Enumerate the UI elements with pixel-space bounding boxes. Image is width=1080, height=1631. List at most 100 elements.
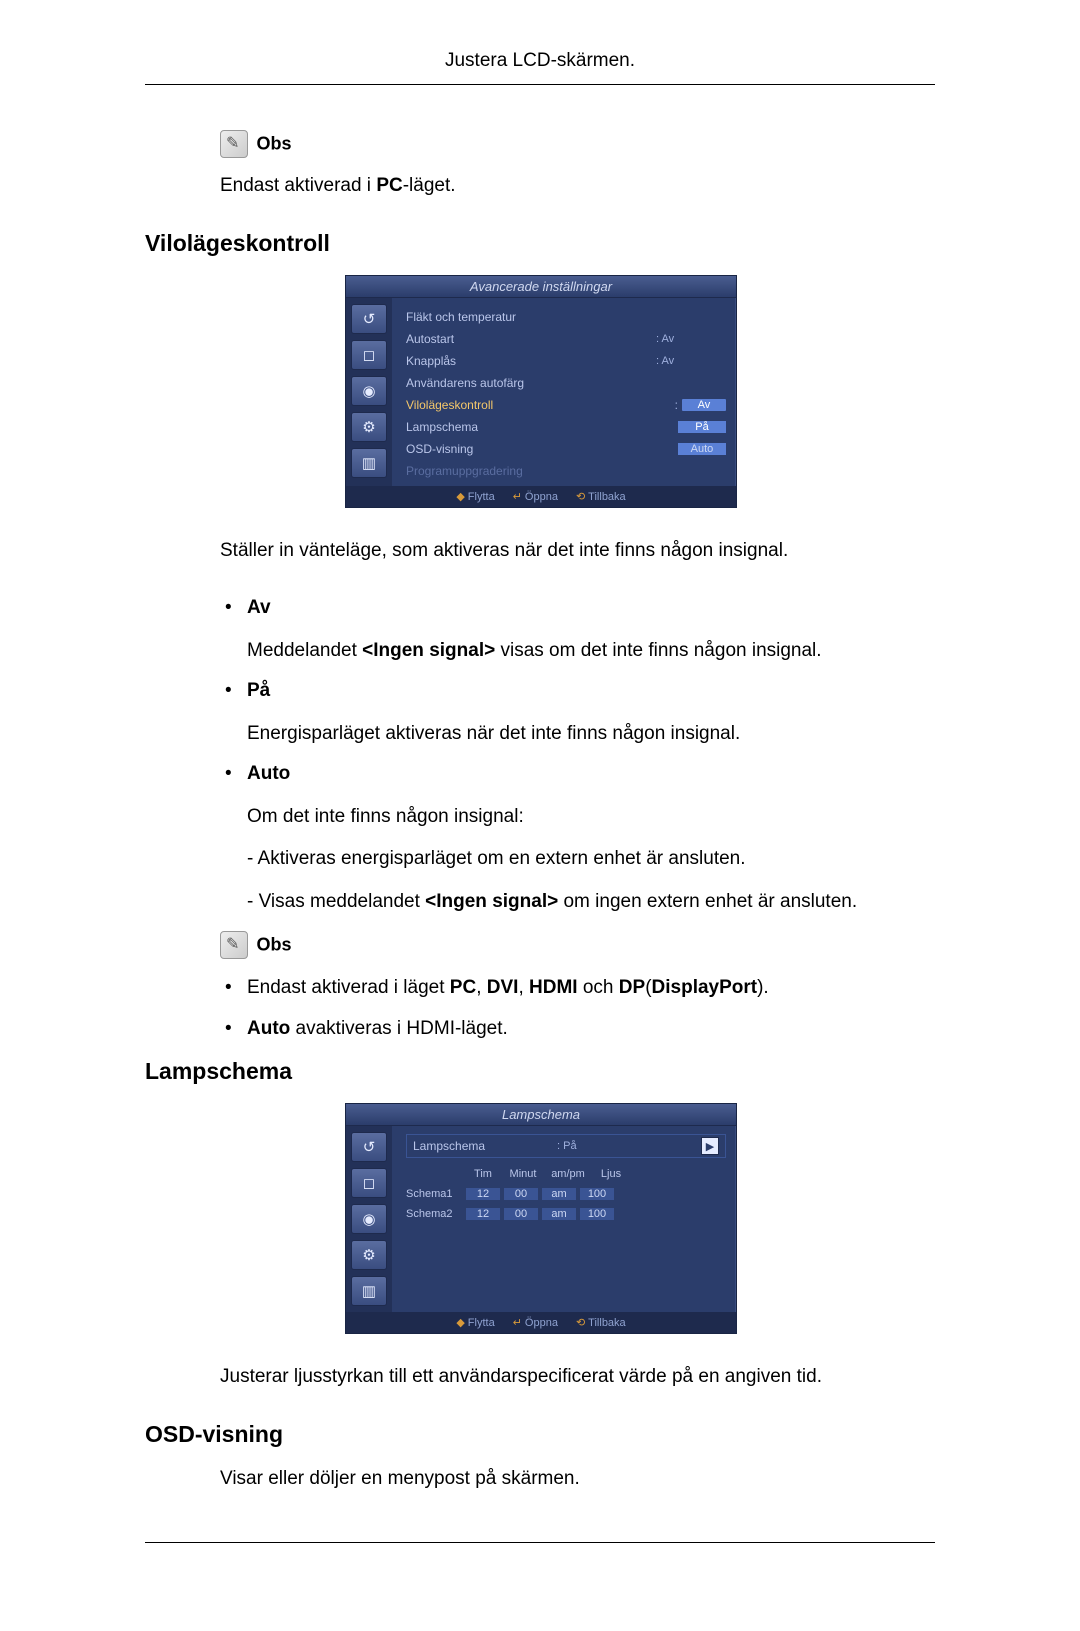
v: : Av	[656, 333, 726, 345]
osd2-content: Lampschema : På ▶ Tim Minut am/pm Ljus S…	[392, 1126, 736, 1312]
r: Autostart	[406, 332, 656, 346]
osd1-footer: ◆Flytta ↵Öppna ⟲Tillbaka	[346, 486, 736, 507]
foot-move: ◆Flytta	[456, 490, 494, 503]
t: visas om det inte finns någon insignal.	[495, 640, 821, 661]
c: 00	[503, 1187, 539, 1201]
c: am	[541, 1187, 577, 1201]
schema2-row: Schema2 12 00 am 100	[406, 1204, 726, 1224]
t: Flytta	[468, 1317, 495, 1329]
setup-icon: ⚙	[351, 412, 387, 442]
t: DVI	[487, 977, 519, 998]
foot-move: ◆Flytta	[456, 1316, 494, 1329]
setup-icon: ⚙	[351, 1240, 387, 1270]
t: Flytta	[468, 491, 495, 503]
t: och	[578, 977, 619, 998]
auto-sub2: - Visas meddelandet <Ingen signal> om in…	[247, 888, 935, 917]
note2-line1: Endast aktiverad i läget PC, DVI, HDMI o…	[225, 974, 935, 1003]
page-bottom-rule	[145, 1542, 935, 1543]
schema1-row: Schema1 12 00 am 100	[406, 1184, 726, 1204]
osd2-sidebar: ↺ ◻ ◉ ⚙ ▥	[346, 1126, 392, 1312]
foot-back: ⟲Tillbaka	[576, 490, 626, 503]
sound-icon: ◉	[351, 376, 387, 406]
foot-open: ↵Öppna	[513, 1316, 558, 1329]
pa-title: På	[247, 680, 270, 701]
t: avaktiveras i HDMI-läget.	[290, 1018, 508, 1039]
multi-icon: ▥	[351, 448, 387, 478]
note-icon	[220, 130, 248, 158]
rn: Schema1	[406, 1188, 464, 1200]
li-pa: På Energisparläget aktiveras när det int…	[225, 677, 935, 748]
av-title: Av	[247, 597, 271, 618]
section-heading-osdview: OSD-visning	[145, 1421, 935, 1448]
page-header: Justera LCD-skärmen.	[145, 50, 935, 85]
t: Endast aktiverad i	[220, 175, 376, 196]
c: am/pm	[544, 1168, 592, 1180]
note1-text: Endast aktiverad i PC-läget.	[220, 173, 935, 200]
r: Lampschema	[413, 1139, 557, 1153]
c: 100	[579, 1187, 615, 1201]
osd1-title: Avancerade inställningar	[346, 276, 736, 298]
picture-icon: ◻	[351, 1168, 387, 1198]
col-head: Tim Minut am/pm Ljus	[406, 1166, 726, 1184]
note-block-2: Obs	[220, 931, 935, 959]
t: Öppna	[525, 1317, 558, 1329]
picture-icon: ◻	[351, 340, 387, 370]
osd-screenshot-2: Lampschema ↺ ◻ ◉ ⚙ ▥ Lampschema : På ▶	[345, 1103, 735, 1334]
t: - Visas meddelandet	[247, 891, 425, 912]
osdview-desc: Visar eller döljer en menypost på skärme…	[220, 1466, 935, 1493]
t: <Ingen signal>	[362, 640, 495, 661]
c: 12	[465, 1187, 501, 1201]
v: På	[678, 421, 726, 433]
v: Av	[682, 399, 726, 411]
r: Fläkt och temperatur	[406, 310, 656, 324]
r: Användarens autofärg	[406, 376, 656, 390]
sound-icon: ◉	[351, 1204, 387, 1234]
r: Lampschema	[406, 420, 678, 434]
osd1-sidebar: ↺ ◻ ◉ ⚙ ▥	[346, 298, 392, 486]
c: 12	[465, 1207, 501, 1221]
t: ,	[518, 977, 529, 998]
foot-open: ↵Öppna	[513, 490, 558, 503]
osd2-footer: ◆Flytta ↵Öppna ⟲Tillbaka	[346, 1312, 736, 1333]
auto-desc: Om det inte finns någon insignal:	[247, 803, 935, 832]
note2-line2: Auto avaktiveras i HDMI-läget.	[225, 1015, 935, 1044]
t: PC	[450, 977, 476, 998]
pa-desc: Energisparläget aktiveras när det inte f…	[247, 720, 935, 749]
input-icon: ↺	[351, 1132, 387, 1162]
li-av: Av Meddelandet <Ingen signal> visas om d…	[225, 594, 935, 665]
osd-screenshot-1: Avancerade inställningar ↺ ◻ ◉ ⚙ ▥ Fläkt…	[345, 275, 735, 508]
t: ).	[757, 977, 769, 998]
c: 00	[503, 1207, 539, 1221]
lamp-desc: Justerar ljusstyrkan till ett användarsp…	[220, 1364, 935, 1391]
t: <Ingen signal>	[425, 891, 558, 912]
r: OSD-visning	[406, 442, 678, 456]
t: ,	[476, 977, 487, 998]
t: HDMI	[529, 977, 578, 998]
t: -läget.	[403, 175, 456, 196]
auto-sub1: - Aktiveras energisparläget om en extern…	[247, 845, 935, 874]
r: Vilolägeskontroll	[406, 398, 675, 412]
av-desc: Meddelandet <Ingen signal> visas om det …	[247, 637, 935, 666]
t: DP	[619, 977, 645, 998]
v: : Av	[656, 355, 726, 367]
v: Auto	[678, 443, 726, 455]
t: PC	[376, 175, 402, 196]
c: Tim	[464, 1168, 502, 1180]
li-auto: Auto Om det inte finns någon insignal: -…	[225, 760, 935, 916]
c: am	[541, 1207, 577, 1221]
t: Öppna	[525, 491, 558, 503]
input-icon: ↺	[351, 304, 387, 334]
rn: Schema2	[406, 1208, 464, 1220]
sleep-intro: Ställer in vänteläge, som aktiveras när …	[220, 538, 935, 565]
section-heading-sleep: Vilolägeskontroll	[145, 230, 935, 257]
c: Ljus	[592, 1168, 630, 1180]
note-label: Obs	[256, 935, 291, 955]
foot-back: ⟲Tillbaka	[576, 1316, 626, 1329]
r: Programuppgradering	[406, 464, 656, 478]
note-icon	[220, 931, 248, 959]
auto-title: Auto	[247, 763, 290, 784]
c: Minut	[502, 1168, 544, 1180]
t: Tillbaka	[588, 1317, 626, 1329]
r: Knapplås	[406, 354, 656, 368]
sleep-param-list: Av Meddelandet <Ingen signal> visas om d…	[225, 594, 935, 916]
